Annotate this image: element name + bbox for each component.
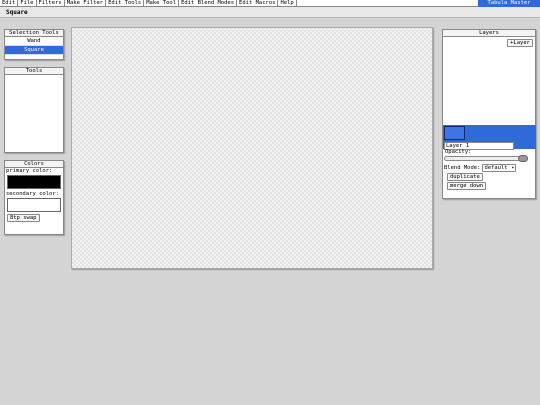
menu-edit-tools[interactable]: Edit Tools: [106, 0, 145, 7]
layer-thumbnail: [444, 126, 465, 140]
selection-tools-title: Selection Tools: [5, 30, 63, 37]
add-layer-row: +Layer: [507, 39, 533, 47]
chevron-down-icon: ▾: [511, 165, 515, 171]
add-layer-button[interactable]: +Layer: [507, 39, 533, 47]
menu-edit-macros[interactable]: Edit Macros: [237, 0, 279, 7]
merge-down-button[interactable]: merge down: [447, 182, 487, 190]
layers-panel: Layers +Layer Layer 1 Opacity: Blend Mod…: [442, 29, 536, 199]
blend-mode-label: Blend Mode:: [444, 164, 481, 171]
menu-bar: Edit File Filters Make Filter Edit Tools…: [0, 0, 540, 7]
selection-tool-square[interactable]: Square: [5, 46, 63, 55]
primary-color-swatch[interactable]: [7, 175, 61, 189]
primary-color-label: primary color:: [6, 168, 53, 174]
menu-edit-blend-modes[interactable]: Edit Blend Modes: [179, 0, 238, 7]
menu-edit[interactable]: Edit: [0, 0, 19, 7]
opacity-slider[interactable]: [444, 155, 528, 162]
selection-tool-wand[interactable]: Wand: [5, 37, 63, 46]
blend-mode-value: default: [484, 165, 508, 171]
secondary-color-swatch[interactable]: [7, 198, 61, 212]
current-tool-label: Square: [6, 9, 28, 16]
opacity-slider-thumb[interactable]: [518, 155, 528, 162]
duplicate-layer-button[interactable]: duplicate: [447, 173, 483, 181]
swap-row: 8tp swap: [5, 212, 63, 222]
selection-tools-panel: Selection Tools Wand Square: [4, 29, 64, 60]
menu-make-tool[interactable]: Make Tool: [144, 0, 180, 7]
tool-options-bar: Square: [0, 7, 540, 18]
layers-title: Layers: [443, 30, 535, 37]
drawing-canvas[interactable]: [71, 27, 433, 269]
swap-colors-button[interactable]: 8tp swap: [7, 214, 40, 222]
menu-file[interactable]: File: [18, 0, 37, 7]
opacity-label: Opacity:: [445, 149, 472, 155]
colors-panel: Colors primary color: secondary color: 8…: [4, 160, 64, 235]
secondary-color-label: secondary color:: [6, 191, 59, 197]
duplicate-row: duplicate: [447, 173, 483, 181]
menu-make-filter[interactable]: Make Filter: [65, 0, 107, 7]
tools-panel: Tools: [4, 67, 64, 153]
colors-title: Colors: [5, 161, 63, 168]
menu-help[interactable]: Help: [278, 0, 297, 7]
blend-mode-row: Blend Mode: default ▾: [444, 164, 517, 172]
blend-mode-select[interactable]: default ▾: [482, 164, 517, 172]
app-brand: Tabula Master: [478, 0, 540, 7]
merge-down-row: merge down: [447, 182, 487, 190]
tools-title: Tools: [5, 68, 63, 75]
menu-filters[interactable]: Filters: [37, 0, 65, 7]
